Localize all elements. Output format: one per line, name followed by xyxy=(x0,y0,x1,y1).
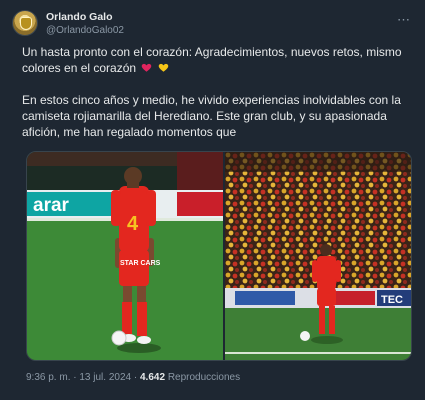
more-horizontal-icon[interactable]: ⋯ xyxy=(397,12,410,28)
shorts-sponsor: STAR CARS xyxy=(120,260,161,267)
crowd-photo-illustration: TEC xyxy=(225,152,411,360)
player-photo-illustration: arar 4 STAR CARS xyxy=(27,152,223,360)
meta-separator-2: · xyxy=(133,372,138,383)
avatar[interactable] xyxy=(12,10,38,36)
tweet-paragraph-2: En estos cinco años y medio, he vivido e… xyxy=(22,93,401,139)
user-handle[interactable]: @OrlandoGalo02 xyxy=(46,25,124,36)
tweet-time[interactable]: 9:36 p. m. xyxy=(26,372,70,383)
tweet-card: Orlando Galo @OrlandoGalo02 ⋯ Un hasta p… xyxy=(12,0,414,400)
views-count: 4.642 xyxy=(140,372,166,383)
yellow-heart-icon xyxy=(158,61,169,72)
tweet-text: Un hasta pronto con el corazón: Agradeci… xyxy=(22,44,412,156)
board-text: TEC xyxy=(381,294,403,306)
tweet-date[interactable]: 13 jul. 2024 xyxy=(79,372,131,383)
jersey-number: 4 xyxy=(127,213,139,235)
tweet-meta: 9:36 p. m. · 13 jul. 2024 · 4.642 Reprod… xyxy=(26,372,240,383)
tweet-header: Orlando Galo @OrlandoGalo02 ⋯ xyxy=(12,10,414,40)
ad-board-text: arar xyxy=(33,195,70,216)
red-heart-icon xyxy=(141,61,152,72)
views-label: Reproducciones xyxy=(167,372,241,383)
tweet-paragraph-1: Un hasta pronto con el corazón: Agradeci… xyxy=(22,45,402,75)
display-name[interactable]: Orlando Galo xyxy=(46,11,113,23)
media-gallery: arar 4 STAR CARS TEC xyxy=(26,151,412,361)
meta-separator: · xyxy=(73,372,77,383)
photo-player-back[interactable]: arar 4 STAR CARS xyxy=(27,152,223,360)
shield-icon xyxy=(20,17,32,30)
photo-player-crowd[interactable]: TEC xyxy=(225,152,411,360)
